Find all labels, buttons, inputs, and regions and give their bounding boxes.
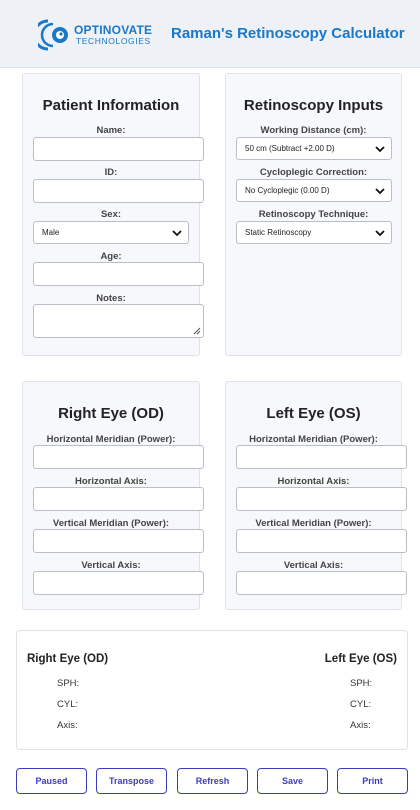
resize-handle-icon[interactable] [193, 327, 201, 335]
name-label: Name: [96, 125, 126, 136]
chevron-down-icon [172, 230, 182, 237]
os-vertical-power-label: Vertical Meridian (Power): [255, 518, 372, 529]
logo-wordmark: OPTINOVATE [74, 23, 153, 37]
results-panel: Right Eye (OD) SPH: CYL: Axis: Left Eye … [16, 630, 408, 750]
retinoscopy-inputs-panel: Retinoscopy Inputs Working Distance (cm)… [225, 73, 402, 356]
sex-label: Sex: [100, 209, 122, 220]
age-input[interactable] [33, 262, 204, 286]
chevron-down-icon [375, 230, 385, 237]
notes-textarea[interactable] [33, 304, 204, 338]
id-input[interactable] [33, 179, 204, 203]
transpose-button[interactable]: Transpose [96, 768, 167, 794]
save-button[interactable]: Save [257, 768, 328, 794]
os-axis-label: Axis: [350, 720, 371, 731]
od-horizontal-axis-label: Horizontal Axis: [75, 476, 147, 487]
sex-select[interactable]: Male [33, 221, 189, 244]
left-eye-panel: Left Eye (OS) Horizontal Meridian (Power… [225, 381, 407, 610]
os-horizontal-power-input[interactable] [236, 445, 407, 469]
working-distance-label: Working Distance (cm): [260, 125, 367, 136]
right-eye-panel: Right Eye (OD) Horizontal Meridian (Powe… [22, 381, 204, 610]
patient-info-panel: Patient Information Name: ID: Sex: Male … [22, 73, 204, 356]
technique-select[interactable]: Static Retinoscopy [236, 221, 392, 244]
od-vertical-power-label: Vertical Meridian (Power): [52, 518, 170, 529]
od-axis-label: Axis: [57, 720, 78, 731]
cycloplegic-value: No Cycloplegic (0.00 D) [245, 186, 330, 195]
logo-subtitle: TECHNOLOGIES [76, 36, 151, 46]
chevron-down-icon [375, 188, 385, 195]
sex-select-value: Male [42, 228, 60, 237]
page-title: Raman's Retinoscopy Calculator [171, 25, 405, 42]
age-label: Age: [100, 251, 122, 262]
working-distance-select[interactable]: 50 cm (Subtract +2.00 D) [236, 137, 392, 160]
technique-value: Static Retinoscopy [245, 228, 312, 237]
os-horizontal-axis-label: Horizontal Axis: [277, 476, 350, 487]
os-horizontal-power-label: Horizontal Meridian (Power): [249, 434, 378, 445]
company-logo: OPTINOVATE TECHNOLOGIES [38, 18, 168, 52]
patient-info-title: Patient Information [42, 97, 180, 114]
paused-button[interactable]: Paused [16, 768, 87, 794]
notes-label: Notes: [96, 293, 126, 304]
os-cyl-label: CYL: [350, 699, 372, 710]
eye-logo-icon [38, 19, 68, 51]
print-button[interactable]: Print [337, 768, 408, 794]
os-vertical-axis-input[interactable] [236, 571, 407, 595]
os-results-title: Left Eye (OS) [324, 653, 397, 665]
od-horizontal-power-label: Horizontal Meridian (Power): [46, 434, 176, 445]
left-eye-title: Left Eye (OS) [266, 405, 361, 422]
right-eye-title: Right Eye (OD) [58, 405, 164, 422]
os-sph-label: SPH: [350, 678, 373, 689]
od-sph-label: SPH: [57, 678, 80, 689]
name-input[interactable] [33, 137, 204, 161]
os-vertical-power-input[interactable] [236, 529, 407, 553]
os-horizontal-axis-input[interactable] [236, 487, 407, 511]
cycloplegic-label: Cycloplegic Correction: [259, 167, 368, 178]
od-horizontal-axis-input[interactable] [33, 487, 204, 511]
od-cyl-label: CYL: [57, 699, 79, 710]
od-vertical-axis-input[interactable] [33, 571, 204, 595]
refresh-button[interactable]: Refresh [177, 768, 248, 794]
app-header: OPTINOVATE TECHNOLOGIES Raman's Retinosc… [0, 0, 420, 68]
od-vertical-axis-label: Vertical Axis: [81, 560, 141, 571]
cycloplegic-select[interactable]: No Cycloplegic (0.00 D) [236, 179, 392, 202]
retinoscopy-inputs-title: Retinoscopy Inputs [243, 97, 384, 114]
os-vertical-axis-label: Vertical Axis: [283, 560, 344, 571]
od-vertical-power-input[interactable] [33, 529, 204, 553]
technique-label: Retinoscopy Technique: [258, 209, 369, 220]
chevron-down-icon [375, 146, 385, 153]
od-horizontal-power-input[interactable] [33, 445, 204, 469]
id-label: ID: [104, 167, 118, 178]
od-results-title: Right Eye (OD) [27, 653, 109, 665]
working-distance-value: 50 cm (Subtract +2.00 D) [245, 144, 335, 153]
